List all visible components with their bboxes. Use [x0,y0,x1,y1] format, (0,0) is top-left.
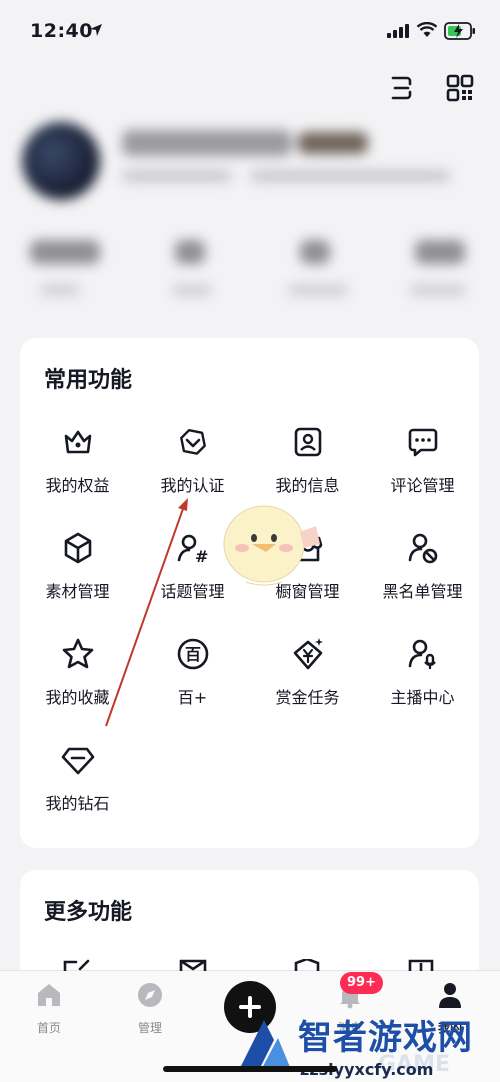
section-title: 更多功能 [44,900,133,925]
svg-text:#: # [195,547,208,566]
home-icon [38,984,60,1006]
scan-icon[interactable] [384,72,416,104]
user-icon [439,983,461,1008]
wifi-icon [416,22,438,37]
home-indicator [163,1066,337,1072]
star-icon [62,638,94,669]
tab-manage[interactable]: 管理 [110,981,190,1041]
id-card-icon [294,427,322,457]
edit-icon [63,959,90,971]
status-time: 12:40 [30,20,93,42]
grid-item-bounty-tasks[interactable]: 赏金任务 [250,636,365,736]
plus-square-icon [408,959,434,971]
notification-badge: 99+ [340,972,383,994]
grid-item-blacklist-management[interactable]: 黑名单管理 [365,530,480,630]
cartoon-sticker [223,505,320,586]
yen-diamond-icon [293,638,323,670]
comment-icon [408,428,438,457]
battery-icon [444,22,475,40]
user-mic-icon [408,639,436,669]
section-title: 常用功能 [44,368,133,393]
tab-home[interactable]: 首页 [9,981,89,1041]
compass-icon [138,983,162,1007]
crown-icon [64,430,92,454]
profile-header-blurred [0,112,500,312]
diamond-icon [61,747,95,775]
grid-item-comment-management[interactable]: 评论管理 [365,424,480,524]
mail-icon [179,959,207,971]
cube-icon [64,532,92,564]
status-bar: 12:40 [0,0,500,62]
annotation-arrow [105,498,188,727]
grid-item-host-center[interactable]: 主播中心 [365,636,480,736]
user-block-icon [408,533,438,564]
avatar[interactable] [22,122,100,200]
common-functions-card: 常用功能 我的权益 我的认证 我的信息 评论管理 素材管理 # 话题管理 橱窗管… [20,338,479,848]
grid-item-my-diamonds[interactable]: 我的钻石 [20,742,135,842]
location-arrow-icon [90,24,102,36]
verified-chevron-icon [180,429,206,455]
qr-code-icon[interactable] [444,72,476,104]
signal-icon [387,24,409,38]
shield-icon [294,959,320,971]
